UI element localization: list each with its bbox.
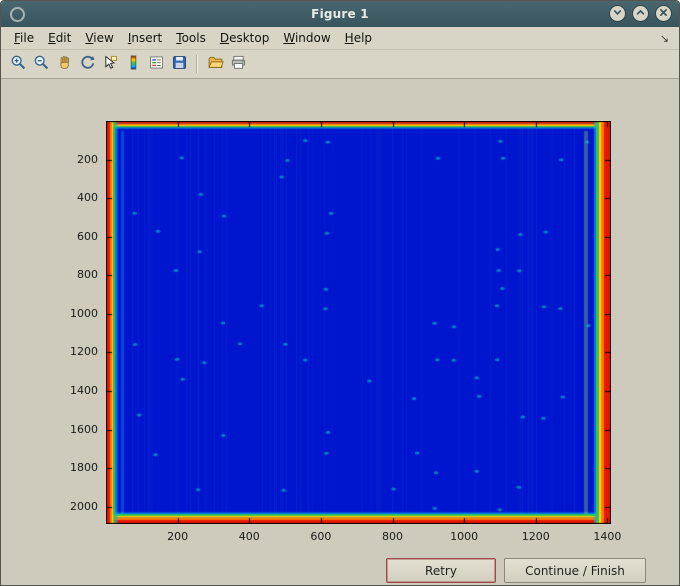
y-tick-label: 1200 [70, 345, 98, 359]
retry-button[interactable]: Retry [386, 558, 496, 583]
zoom-out-icon [33, 54, 50, 74]
open-folder-icon [207, 54, 224, 74]
legend-icon [148, 54, 165, 74]
zoom-out-button[interactable] [30, 53, 52, 75]
data-cursor-icon [102, 54, 119, 74]
pan-button[interactable] [53, 53, 75, 75]
y-tick-label: 800 [77, 268, 98, 282]
close-button[interactable] [655, 5, 672, 22]
menu-bar: File Edit View Insert Tools Desktop Window Help… [1, 27, 679, 50]
rotate-3d-icon [79, 54, 96, 74]
data-cursor-button[interactable] [99, 53, 121, 75]
colorbar-button[interactable] [122, 53, 144, 75]
maximize-button[interactable] [632, 5, 649, 22]
pan-icon [56, 54, 73, 74]
minimize-icon [612, 6, 623, 21]
menu-item-file[interactable]: File [7, 29, 41, 47]
menu-item-desktop[interactable]: Desktop [213, 29, 277, 47]
y-tick-label: 400 [77, 191, 98, 205]
maximize-icon [635, 6, 646, 21]
y-tick-label: 1000 [70, 306, 98, 320]
x-tick-label: 1400 [593, 530, 622, 543]
y-tick-label: 600 [77, 229, 98, 243]
close-icon [658, 6, 669, 21]
open-folder-button[interactable] [204, 53, 226, 75]
print-icon [230, 54, 247, 74]
menu-items: File Edit View Insert Tools Desktop Window Help [7, 29, 660, 47]
x-tick-label: 400 [238, 530, 260, 543]
legend-button[interactable] [145, 53, 167, 75]
y-tick-label: 1600 [70, 422, 98, 436]
window-title: Figure 1 [311, 7, 369, 21]
save-icon [171, 54, 188, 74]
x-tick-label: 800 [382, 530, 404, 543]
menu-item-edit[interactable]: Edit [41, 29, 78, 47]
zoom-in-button[interactable] [7, 53, 29, 75]
y-tick-label: 1400 [70, 383, 98, 397]
menu-item-tools[interactable]: Tools [169, 29, 213, 47]
title-bar: Figure 1 [1, 1, 679, 27]
colorbar-icon [125, 54, 142, 74]
menu-item-insert[interactable]: Insert [121, 29, 169, 47]
y-tick-label: 200 [77, 152, 98, 166]
y-tick-label: 1800 [70, 461, 98, 475]
menu-item-window[interactable]: Window [276, 29, 337, 47]
menu-item-view[interactable]: View [78, 29, 120, 47]
y-tick-label: 2000 [70, 499, 98, 513]
save-button[interactable] [168, 53, 190, 75]
x-tick-label: 1200 [521, 530, 550, 543]
figure-area: Retry Continue / Finish 200 400 600 800 1000… [1, 79, 679, 585]
plot-canvas [106, 121, 611, 524]
x-tick-label: 200 [167, 530, 189, 543]
window-menu-icon[interactable] [10, 6, 25, 22]
menu-item-help[interactable]: Help [338, 29, 379, 47]
figure-window: Figure 1 File Edit View Insert Tools Desktop W… [0, 0, 680, 586]
toolbar-separator [196, 55, 198, 73]
window-controls [609, 5, 672, 22]
minimize-button[interactable] [609, 5, 626, 22]
x-tick-label: 600 [310, 530, 332, 543]
toolbar [1, 50, 679, 79]
zoom-in-icon [10, 54, 27, 74]
rotate-3d-button[interactable] [76, 53, 98, 75]
menu-overflow-icon[interactable]: ↘ [660, 32, 673, 45]
print-button[interactable] [227, 53, 249, 75]
continue-finish-button[interactable]: Continue / Finish [504, 558, 646, 583]
x-tick-label: 1000 [450, 530, 479, 543]
